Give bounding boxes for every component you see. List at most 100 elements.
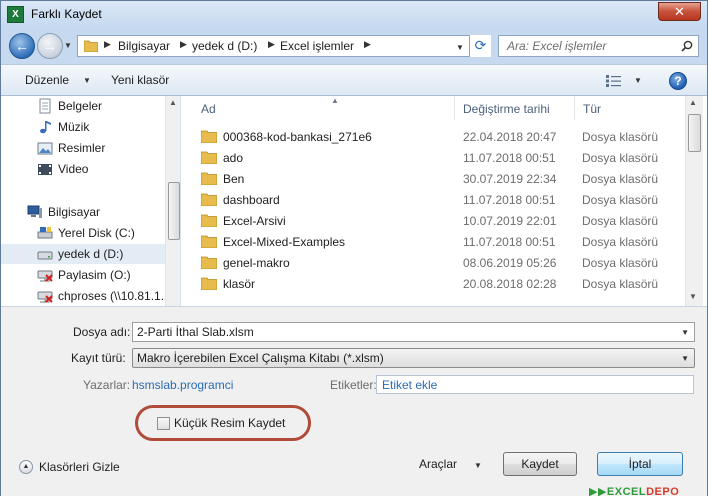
forward-button[interactable]: → xyxy=(37,33,63,59)
nav-item-label: Paylasim (O:) xyxy=(58,268,131,282)
folder-icon xyxy=(201,193,217,206)
address-row: ← → ▼ ▶ Bilgisayar ▶ yedek d (D:) ▶ Exce… xyxy=(1,29,707,63)
save-thumbnail-checkbox[interactable] xyxy=(157,417,170,430)
music-icon xyxy=(40,121,51,134)
file-date: 08.06.2019 05:26 xyxy=(463,256,557,270)
file-type-select[interactable]: Makro İçerebilen Excel Çalışma Kitabı (*… xyxy=(132,348,695,368)
nav-item-label: Video xyxy=(58,162,89,176)
file-name: klasör xyxy=(223,277,256,291)
chevron-down-icon[interactable]: ▼ xyxy=(681,354,689,363)
breadcrumb-separator[interactable]: ▶ xyxy=(364,39,371,50)
close-button[interactable]: ✕ xyxy=(658,2,701,21)
file-type: Dosya klasörü xyxy=(582,214,659,228)
nav-item-local-disk-c[interactable]: Yerel Disk (C:) xyxy=(1,223,167,243)
breadcrumb-separator[interactable]: ▶ xyxy=(180,39,187,50)
scroll-down-arrow[interactable]: ▼ xyxy=(689,292,697,301)
chevron-up-icon: ▲ xyxy=(19,460,33,474)
nav-scrollbar[interactable]: ▲ xyxy=(165,96,180,306)
nav-item-documents[interactable]: Belgeler xyxy=(1,96,167,116)
filename-label: Dosya adı: xyxy=(73,325,131,339)
excel-app-icon: X xyxy=(7,6,24,23)
nav-item-video[interactable]: Video xyxy=(1,159,167,179)
local-disk-icon xyxy=(37,227,53,239)
file-date: 11.07.2018 00:51 xyxy=(463,193,556,207)
file-row[interactable]: klasör 20.08.2018 02:28 Dosya klasörü xyxy=(197,273,683,294)
file-row[interactable]: genel-makro 08.06.2019 05:26 Dosya klasö… xyxy=(197,252,683,273)
navigation-pane: Belgeler Müzik Resimler Video Bilgisayar… xyxy=(1,96,181,306)
video-icon xyxy=(38,164,52,175)
nav-item-computer[interactable]: Bilgisayar xyxy=(1,202,167,222)
cancel-button[interactable]: İptal xyxy=(597,452,683,476)
file-row[interactable]: Excel-Mixed-Examples 11.07.2018 00:51 Do… xyxy=(197,231,683,252)
help-icon[interactable]: ? xyxy=(669,72,687,90)
address-dropdown-arrow[interactable]: ▼ xyxy=(456,43,464,52)
file-name: Excel-Mixed-Examples xyxy=(223,235,346,249)
breadcrumb-separator[interactable]: ▶ xyxy=(268,39,275,50)
breadcrumb-excel-islemler[interactable]: Excel işlemler xyxy=(280,39,354,53)
title-bar[interactable]: X Farklı Kaydet ✕ xyxy=(1,1,707,29)
view-options-icon[interactable] xyxy=(606,74,622,88)
save-button[interactable]: Kaydet xyxy=(503,452,577,476)
search-icon[interactable] xyxy=(681,40,693,52)
address-bar[interactable]: ▶ Bilgisayar ▶ yedek d (D:) ▶ Excel işle… xyxy=(77,35,489,57)
filename-value: 2-Parti İthal Slab.xlsm xyxy=(137,325,254,339)
authors-value[interactable]: hsmslab.programci xyxy=(132,378,233,392)
scroll-up-arrow[interactable]: ▲ xyxy=(689,98,697,107)
organize-menu[interactable]: Düzenle xyxy=(25,73,69,87)
file-type: Dosya klasörü xyxy=(582,235,659,249)
filename-input[interactable]: 2-Parti İthal Slab.xlsm ▼ xyxy=(132,322,695,342)
file-name: 000368-kod-bankasi_271e6 xyxy=(223,130,372,144)
nav-item-yedek-d[interactable]: yedek d (D:) xyxy=(1,244,167,264)
nav-item-label: Bilgisayar xyxy=(48,205,101,219)
file-row[interactable]: Excel-Arsivi 10.07.2019 22:01 Dosya klas… xyxy=(197,210,683,231)
column-header-name[interactable]: Ad ▲ xyxy=(193,96,455,120)
file-list: Ad ▲ Değiştirme tarihi Tür 000368-kod-ba… xyxy=(183,96,707,306)
refresh-icon[interactable]: ⟳ xyxy=(469,35,491,57)
tags-input[interactable]: Etiket ekle xyxy=(376,375,694,394)
search-placeholder: Ara: Excel işlemler xyxy=(507,39,607,53)
tools-menu[interactable]: Araçlar xyxy=(419,457,457,471)
file-row[interactable]: dashboard 11.07.2018 00:51 Dosya klasörü xyxy=(197,189,683,210)
chevron-down-icon[interactable]: ▼ xyxy=(681,328,689,337)
column-header-type[interactable]: Tür xyxy=(575,96,683,120)
file-row[interactable]: Ben 30.07.2019 22:34 Dosya klasörü xyxy=(197,168,683,189)
file-date: 22.04.2018 20:47 xyxy=(463,130,557,144)
nav-item-label: chproses (\\10.81.1.1 xyxy=(58,289,171,303)
column-header-date[interactable]: Değiştirme tarihi xyxy=(455,96,575,120)
file-type: Dosya klasörü xyxy=(582,172,659,186)
nav-item-music[interactable]: Müzik xyxy=(1,117,167,137)
save-form: Dosya adı: 2-Parti İthal Slab.xlsm ▼ Kay… xyxy=(1,306,707,496)
nav-item-paylasim-o[interactable]: Paylasim (O:) xyxy=(1,265,167,285)
window-title: Farklı Kaydet xyxy=(31,7,102,21)
search-input[interactable]: Ara: Excel işlemler xyxy=(498,35,699,57)
tools-dropdown-arrow[interactable]: ▼ xyxy=(474,461,482,470)
file-name: ado xyxy=(223,151,244,165)
file-date: 11.07.2018 00:51 xyxy=(463,151,556,165)
breadcrumb-separator[interactable]: ▶ xyxy=(104,39,111,50)
folder-icon xyxy=(84,40,98,52)
nav-item-label: Müzik xyxy=(58,120,90,134)
file-list-scrollbar[interactable]: ▲ ▼ xyxy=(685,96,703,306)
file-type: Dosya klasörü xyxy=(582,130,659,144)
save-thumbnail-label[interactable]: Küçük Resim Kaydet xyxy=(174,416,285,430)
nav-scroll-thumb[interactable] xyxy=(168,182,180,240)
authors-label: Yazarlar: xyxy=(83,378,131,392)
folder-icon xyxy=(201,277,217,290)
recent-locations-dropdown[interactable]: ▼ xyxy=(64,41,72,50)
file-row[interactable]: ado 11.07.2018 00:51 Dosya klasörü xyxy=(197,147,683,168)
back-button[interactable]: ← xyxy=(9,33,35,59)
breadcrumb-drive-d[interactable]: yedek d (D:) xyxy=(192,39,257,53)
nav-item-chproses[interactable]: chproses (\\10.81.1.1 xyxy=(1,286,171,306)
hide-folders-label: Klasörleri Gizle xyxy=(39,460,120,474)
file-name: Ben xyxy=(223,172,245,186)
nav-item-pictures[interactable]: Resimler xyxy=(1,138,167,158)
file-scroll-thumb[interactable] xyxy=(688,114,701,152)
scroll-up-arrow[interactable]: ▲ xyxy=(169,98,177,107)
organize-dropdown-arrow[interactable]: ▼ xyxy=(83,76,91,85)
file-row[interactable]: 000368-kod-bankasi_271e6 22.04.2018 20:4… xyxy=(197,126,683,147)
new-folder-button[interactable]: Yeni klasör xyxy=(111,73,169,87)
view-dropdown-arrow[interactable]: ▼ xyxy=(634,76,642,85)
breadcrumb-computer[interactable]: Bilgisayar xyxy=(118,39,170,53)
file-name: dashboard xyxy=(223,193,280,207)
file-type: Dosya klasörü xyxy=(582,256,659,270)
